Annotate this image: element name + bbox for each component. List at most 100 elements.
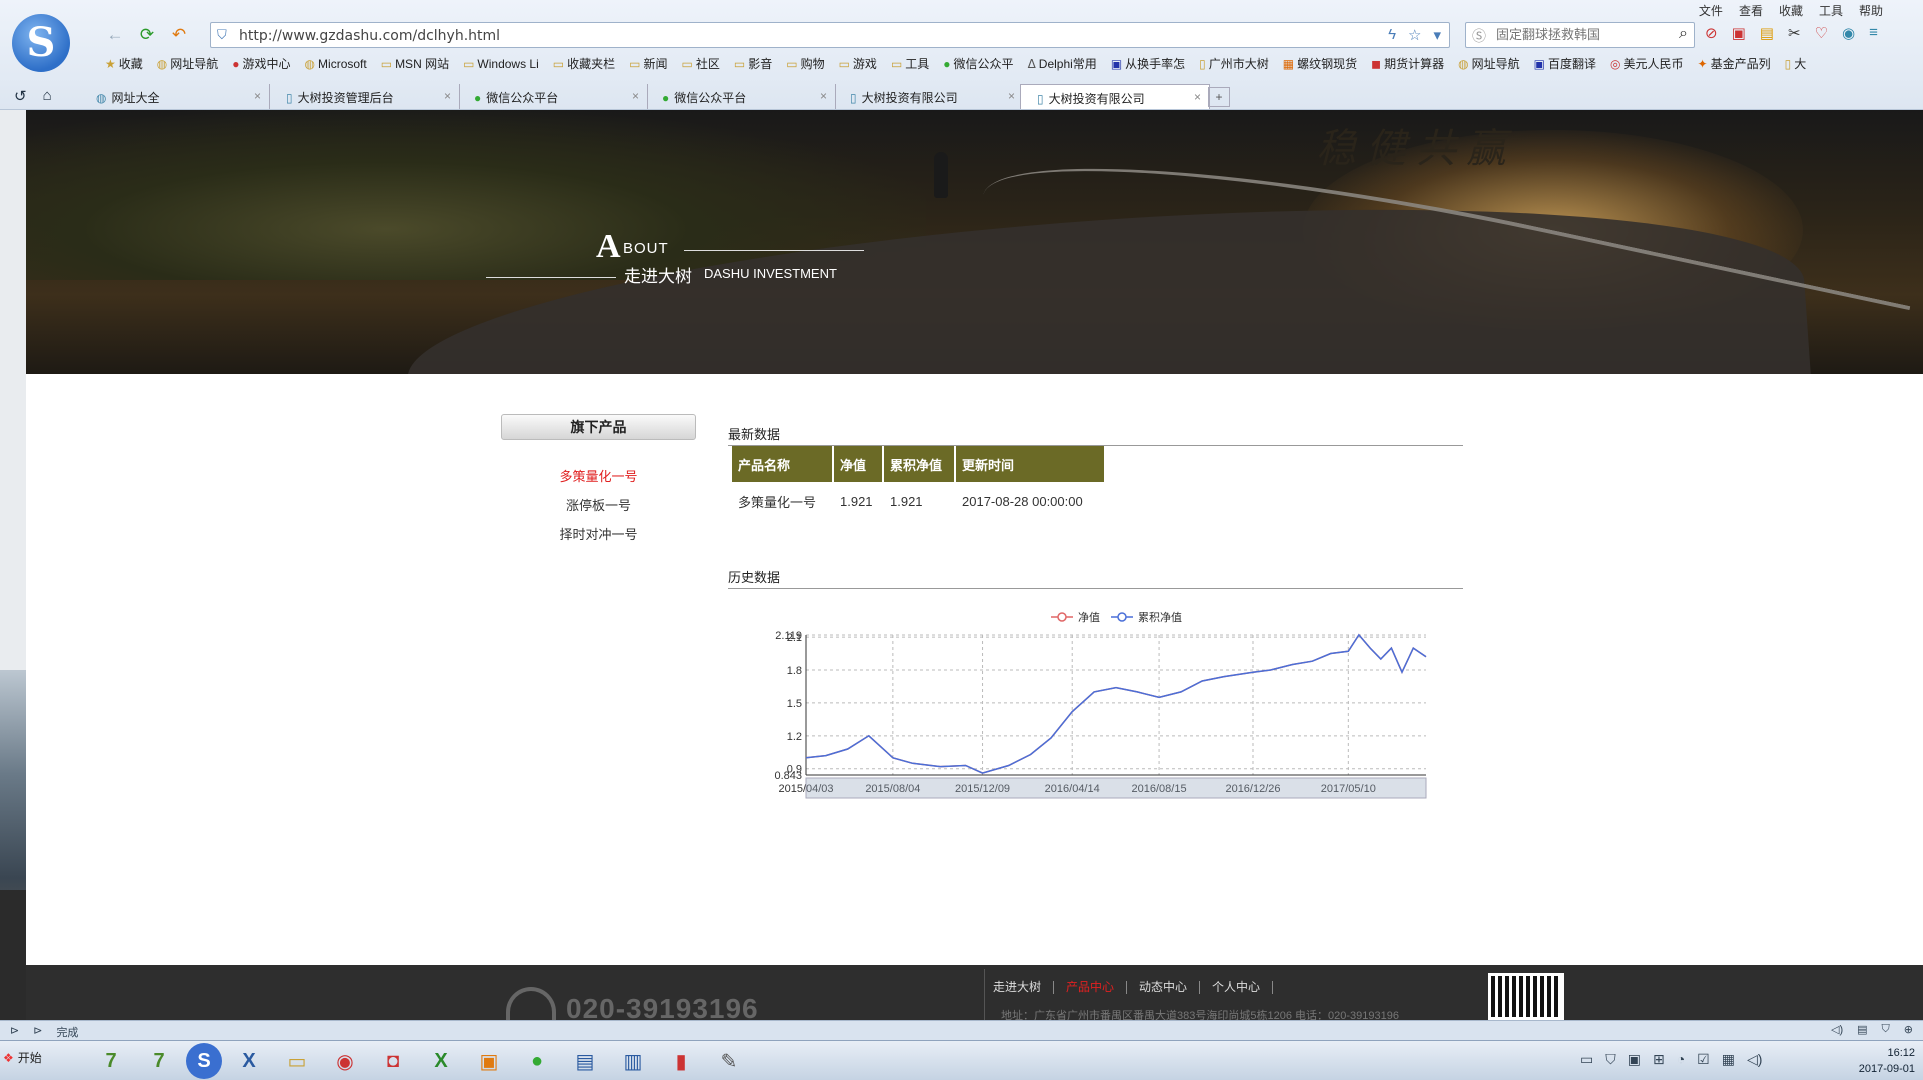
excel-icon[interactable]: X [420, 1043, 462, 1079]
shield-icon[interactable]: ⛉ [1605, 1051, 1616, 1068]
dropdown-icon[interactable]: ▾ [1433, 26, 1441, 44]
menu-icon[interactable]: ≡ [1869, 24, 1878, 42]
tab-item[interactable]: ▯ 大树投资管理后台 × [270, 84, 460, 109]
shield-icon[interactable]: ⛉ [1882, 1023, 1890, 1036]
pdf-icon[interactable]: ▣ [1628, 1051, 1641, 1068]
play-icon[interactable]: ⊳ [10, 1024, 19, 1040]
bookmark-item[interactable]: ▯ 广州市大树 [1199, 55, 1269, 72]
tab-item[interactable]: ● 微信公众平台 × [646, 84, 836, 109]
tab-item[interactable]: ● 微信公众平台 × [458, 84, 648, 109]
new-tab-button[interactable]: + [1208, 87, 1230, 107]
check-icon[interactable]: ☑ [1697, 1051, 1710, 1068]
address-bar[interactable]: ⛉ http://www.gzdashu.com/dclhyh.html ϟ ☆… [210, 22, 1450, 48]
bookmark-item[interactable]: ● 游戏中心 [232, 55, 290, 72]
favorite-icon[interactable]: ♡ [1815, 24, 1828, 42]
star-icon[interactable]: ☆ [1408, 26, 1421, 44]
lock-icon[interactable]: ▤ [1857, 1023, 1867, 1036]
sidebar-item-product-2[interactable]: 涨停板一号 [501, 495, 696, 524]
close-icon[interactable]: × [632, 89, 639, 103]
bookmark-item[interactable]: ▣ 从换手率怎 [1111, 55, 1185, 72]
bookmark-item[interactable]: ◍ 网址导航 [1458, 55, 1520, 72]
restore-tab-icon[interactable]: ↺ [14, 87, 27, 105]
bookmark-item[interactable]: ◍ Microsoft [305, 55, 367, 72]
address-url[interactable]: http://www.gzdashu.com/dclhyh.html [239, 28, 500, 44]
window-icon[interactable]: ▤ [1760, 24, 1774, 42]
menu-file[interactable]: 文件 [1699, 2, 1723, 19]
search-input[interactable] [1496, 27, 1656, 42]
tab-item[interactable]: ◍ 网址大全 × [80, 84, 270, 109]
bookmark-item[interactable]: ▭ MSN 网站 [381, 55, 449, 72]
close-icon[interactable]: × [444, 89, 451, 103]
bookmark-item[interactable]: ✦ 基金产品列 [1698, 55, 1771, 72]
network-icon[interactable]: ▦ [1722, 1051, 1735, 1068]
bookmark-item[interactable]: ▦ 螺纹钢现货 [1283, 55, 1357, 72]
refresh-icon[interactable]: ⟳ [136, 24, 158, 46]
x-app-icon[interactable]: X [228, 1043, 270, 1079]
close-icon[interactable]: × [254, 89, 261, 103]
home-icon[interactable]: ⌂ [43, 87, 52, 105]
game-icon[interactable]: ◘ [372, 1043, 414, 1079]
footer-link-about[interactable]: 走进大树 [981, 981, 1055, 994]
bookmark-item[interactable]: ▭ 购物 [786, 55, 824, 72]
adblock-icon[interactable]: ⊘ [1705, 24, 1718, 42]
bookmark-item[interactable]: ▯ 大 [1785, 55, 1807, 72]
bookmark-item[interactable]: ▭ 影音 [734, 55, 772, 72]
chart-app-icon[interactable]: ▮ [660, 1043, 702, 1079]
close-icon[interactable]: × [820, 89, 827, 103]
volume-icon[interactable]: ◁) [1747, 1051, 1762, 1068]
close-icon[interactable]: × [1008, 89, 1015, 103]
bookmark-item[interactable]: ▭ 工具 [891, 55, 929, 72]
footer-link-products[interactable]: 产品中心 [1054, 981, 1128, 994]
bookmark-item[interactable]: ▭ 社区 [682, 55, 720, 72]
keyboard-icon[interactable]: ▭ [1580, 1051, 1593, 1068]
back-icon[interactable]: ← [104, 24, 126, 46]
menu-view[interactable]: 查看 [1739, 2, 1763, 19]
bookmark-item[interactable]: ★ 收藏 [105, 55, 143, 72]
footer-link-account[interactable]: 个人中心 [1200, 981, 1274, 994]
undo-icon[interactable]: ↶ [168, 24, 190, 46]
sidebar-item-product-1[interactable]: 多策量化一号 [501, 466, 696, 495]
start-button[interactable]: ❖ 开始 [3, 1049, 42, 1066]
sogou-browser-icon[interactable]: S [186, 1043, 222, 1079]
paint-icon[interactable]: ✎ [708, 1043, 750, 1079]
bookmark-item[interactable]: ▭ 收藏夹栏 [553, 55, 615, 72]
app-7-icon[interactable]: 7 [90, 1043, 132, 1079]
folder-icon[interactable]: ▭ [276, 1043, 318, 1079]
terminal-icon[interactable]: ▥ [612, 1043, 654, 1079]
footer-link-news[interactable]: 动态中心 [1127, 981, 1201, 994]
search-icon[interactable]: ⌕ [1679, 25, 1688, 43]
sidebar-item-product-3[interactable]: 择时对冲一号 [501, 524, 696, 553]
next-icon[interactable]: ⊳ [33, 1024, 42, 1040]
bookmark-item[interactable]: ◼ 期货计算器 [1371, 55, 1444, 72]
bookmark-item[interactable]: ◎ 美元人民币 [1610, 55, 1684, 72]
zoom-icon[interactable]: ◉ [1842, 24, 1855, 42]
close-icon[interactable]: × [1194, 90, 1201, 104]
tab-item[interactable]: ▯ 大树投资有限公司 × [834, 84, 1024, 109]
search-box[interactable]: Ⓢ ⌕ [1465, 22, 1695, 48]
bookmark-item[interactable]: ◍ 网址导航 [157, 55, 219, 72]
zoom-icon[interactable]: ⊕ [1904, 1023, 1913, 1036]
app-icon[interactable]: ◉ [324, 1043, 366, 1079]
table-cell: 多策量化一号 [738, 494, 817, 510]
bookmark-item[interactable]: ᐃ Delphi常用 [1028, 55, 1097, 72]
bookmark-item[interactable]: ▭ 新闻 [629, 55, 667, 72]
menu-favorites[interactable]: 收藏 [1779, 2, 1803, 19]
windows-icon[interactable]: ⊞ [1653, 1051, 1665, 1068]
menu-help[interactable]: 帮助 [1859, 2, 1883, 19]
scissors-icon[interactable]: ✂ [1788, 24, 1801, 42]
menu-tools[interactable]: 工具 [1819, 2, 1843, 19]
network-icon[interactable]: ▤ [564, 1043, 606, 1079]
speaker-icon[interactable]: ◁) [1831, 1023, 1843, 1036]
shop-icon[interactable]: ▣ [468, 1043, 510, 1079]
bookmark-item[interactable]: ▭ Windows Li [463, 55, 539, 72]
app-icon[interactable]: ▣ [1732, 24, 1746, 42]
bookmark-item[interactable]: ● 微信公众平 [943, 55, 1013, 72]
wechat-icon[interactable]: ● [516, 1043, 558, 1079]
clock[interactable]: 16:12 2017-09-01 [1859, 1045, 1915, 1077]
tab-item-active[interactable]: ▯ 大树投资有限公司 × [1020, 84, 1210, 109]
lightning-icon[interactable]: ϟ [1388, 26, 1396, 44]
app-7-icon[interactable]: 7 [138, 1043, 180, 1079]
bookmark-item[interactable]: ▭ 游戏 [839, 55, 877, 72]
bookmark-item[interactable]: ▣ 百度翻译 [1534, 55, 1596, 72]
qq-icon[interactable]: ◔ [1677, 1051, 1685, 1068]
